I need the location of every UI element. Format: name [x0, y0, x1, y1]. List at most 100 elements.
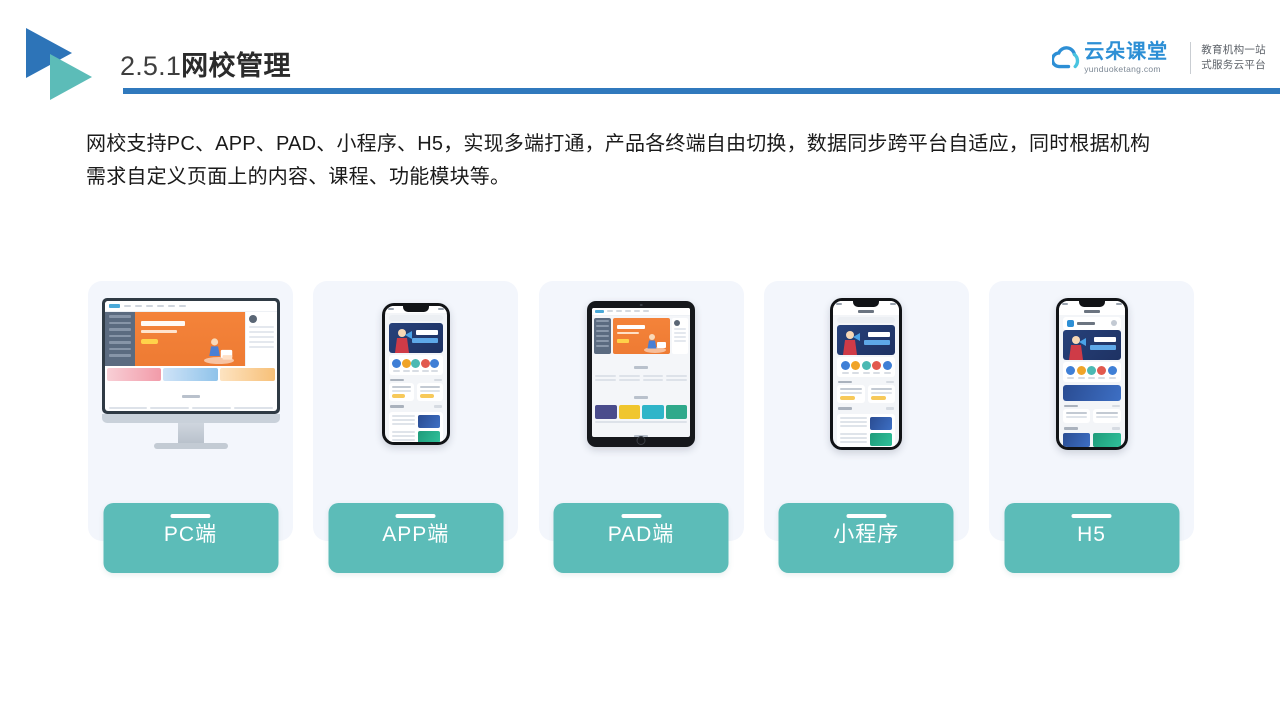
- tablet-navbar: [592, 307, 690, 316]
- monitor-chin: [101, 414, 280, 423]
- site-right-row: [248, 346, 274, 348]
- smartphone-mockup: [989, 281, 1194, 466]
- app-course-list: [388, 411, 443, 442]
- app-section-header: [838, 380, 895, 383]
- phone-screen-content: [384, 305, 447, 442]
- monitor-stand: [177, 423, 204, 443]
- banner-headline: [868, 331, 891, 337]
- app-hero-banner: [1062, 329, 1121, 360]
- app-course-card[interactable]: [837, 385, 865, 403]
- site-side-row: [108, 334, 131, 337]
- card-label-miniprogram[interactable]: 小程序: [778, 503, 954, 573]
- body-paragraph-line2: 需求自定义页面上的内容、课程、功能模块等。: [86, 166, 511, 188]
- app-section-header: [838, 407, 895, 410]
- banner-subline: [411, 337, 438, 343]
- phone-device: [830, 297, 903, 450]
- app-course-card[interactable]: [1062, 409, 1090, 423]
- desktop-device: [101, 298, 280, 449]
- phone-notch: [402, 305, 429, 312]
- category-icon[interactable]: [1086, 365, 1096, 375]
- brand-texts: 云朵课堂 yunduoketang.com: [1084, 42, 1168, 74]
- card-label-app[interactable]: APP端: [328, 503, 504, 573]
- hero-cta-button: [140, 339, 158, 344]
- h5-title-bar: [1058, 307, 1125, 315]
- category-icon[interactable]: [1097, 365, 1107, 375]
- site-hero-banner: [134, 312, 245, 366]
- card-label-text: PAD端: [607, 523, 675, 546]
- category-icon[interactable]: [420, 358, 430, 368]
- category-icon[interactable]: [840, 360, 850, 370]
- site-nav-item: [167, 305, 175, 307]
- card-label-text: 小程序: [833, 523, 900, 546]
- app-list-item[interactable]: [840, 416, 893, 430]
- list-thumbnail: [417, 414, 440, 428]
- desktop-monitor-mockup: [88, 281, 293, 466]
- site-side-row: [108, 341, 131, 344]
- triangle-teal-shape: [50, 54, 92, 100]
- app-course-pair: [388, 383, 443, 401]
- miniprogram-title-bar: [833, 307, 900, 315]
- course-tile[interactable]: [618, 404, 640, 419]
- app-course-card[interactable]: [867, 385, 896, 403]
- page-title: 2.5.1 网校管理: [120, 44, 291, 83]
- card-label-pc[interactable]: PC端: [103, 503, 278, 573]
- site-course-item: [233, 407, 273, 411]
- app-section-header: [389, 378, 442, 381]
- brand-tagline-line1: 教育机构一站: [1201, 43, 1266, 56]
- app-course-card[interactable]: [417, 383, 443, 401]
- monitor-bezel: [101, 298, 280, 414]
- tablet-mockup: [539, 281, 744, 466]
- course-tile[interactable]: [665, 404, 687, 419]
- card-label-pad[interactable]: PAD端: [553, 503, 729, 573]
- category-icon[interactable]: [1076, 365, 1086, 375]
- h5-bottom-banner[interactable]: [1062, 432, 1090, 447]
- site-course-item: [192, 407, 231, 411]
- app-list-item[interactable]: [391, 430, 440, 442]
- card-pc[interactable]: PC端: [88, 281, 293, 573]
- body-paragraph-line1: 网校支持PC、APP、PAD、小程序、H5，实现多端打通，产品各终端自由切换，数…: [86, 133, 1151, 155]
- category-icon[interactable]: [411, 358, 421, 368]
- app-course-card[interactable]: [1093, 409, 1121, 423]
- card-app[interactable]: APP端: [313, 281, 519, 573]
- card-h5[interactable]: H5: [989, 281, 1194, 573]
- phone-device: [381, 302, 450, 445]
- site-section-title: [105, 383, 277, 405]
- app-course-pair: [837, 385, 896, 403]
- h5-bottom-banner[interactable]: [1093, 432, 1121, 447]
- tablet-hero-area: [594, 317, 688, 354]
- app-course-card[interactable]: [388, 383, 415, 401]
- site-course-item: [108, 407, 148, 411]
- banner-illustration: [1068, 335, 1086, 360]
- app-category-icons: [1062, 361, 1121, 382]
- h5-brand-row: [1062, 316, 1121, 330]
- category-icon[interactable]: [861, 360, 871, 370]
- category-icon[interactable]: [401, 358, 411, 368]
- category-icon[interactable]: [392, 358, 402, 368]
- double-triangle-icon: [26, 28, 122, 100]
- banner-headline: [415, 329, 438, 335]
- category-icon[interactable]: [872, 360, 882, 370]
- category-icon[interactable]: [882, 360, 892, 370]
- course-tile[interactable]: [595, 404, 617, 419]
- app-list-item[interactable]: [840, 432, 893, 446]
- site-hero-area: [104, 312, 277, 366]
- tablet-home-button-icon[interactable]: [636, 435, 646, 445]
- h5-promo-banner[interactable]: [1062, 384, 1121, 401]
- app-section-header: [389, 405, 442, 408]
- category-icon[interactable]: [1066, 365, 1076, 375]
- category-icon[interactable]: [851, 360, 861, 370]
- category-icon[interactable]: [430, 358, 440, 368]
- tablet-hero-banner: [613, 317, 670, 354]
- site-right-row: [248, 336, 274, 338]
- card-miniprogram[interactable]: 小程序: [763, 281, 969, 573]
- app-list-item[interactable]: [391, 414, 440, 428]
- app-search-bar[interactable]: [388, 314, 443, 321]
- site-promo-banner: [163, 368, 218, 381]
- card-label-h5[interactable]: H5: [1004, 503, 1179, 573]
- user-avatar-icon[interactable]: [1110, 320, 1117, 326]
- category-icon[interactable]: [1107, 365, 1117, 375]
- course-tile[interactable]: [642, 404, 664, 419]
- app-category-icons: [837, 356, 896, 377]
- app-search-bar[interactable]: [837, 316, 896, 323]
- card-pad[interactable]: PAD端: [538, 281, 744, 573]
